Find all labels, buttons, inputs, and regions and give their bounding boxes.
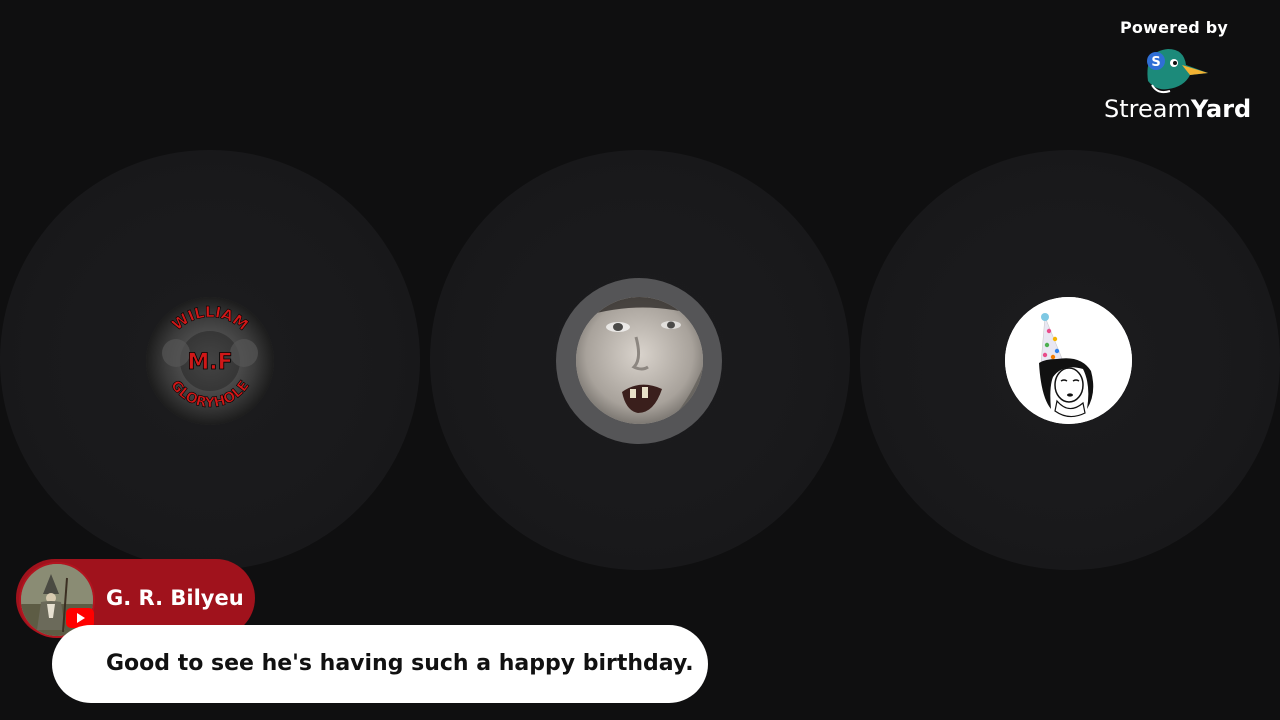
streamyard-wordmark: StreamYard <box>1104 95 1251 123</box>
comment-text: Good to see he's having such a happy bir… <box>106 651 694 676</box>
comment-bubble: Good to see he's having such a happy bir… <box>52 625 708 703</box>
stream-stage: WILLIAM M.F GLORYHOLE Powered by S Strea… <box>0 0 1280 720</box>
skull-logo-avatar: WILLIAM M.F GLORYHOLE <box>146 297 274 425</box>
face-avatar <box>576 297 703 424</box>
powered-by-label: Powered by <box>1120 18 1228 37</box>
duck-icon: S <box>1147 49 1208 94</box>
powered-by-badge: Powered by S StreamYard <box>1104 18 1251 123</box>
commenter-name: G. R. Bilyeu <box>106 586 244 610</box>
logo-text-middle: M.F <box>187 350 232 375</box>
party-hat-girl-avatar <box>1005 297 1132 424</box>
svg-text:S: S <box>1151 55 1160 70</box>
brand-yard: Yard <box>1190 95 1252 123</box>
brand-stream: Stream <box>1104 95 1191 123</box>
